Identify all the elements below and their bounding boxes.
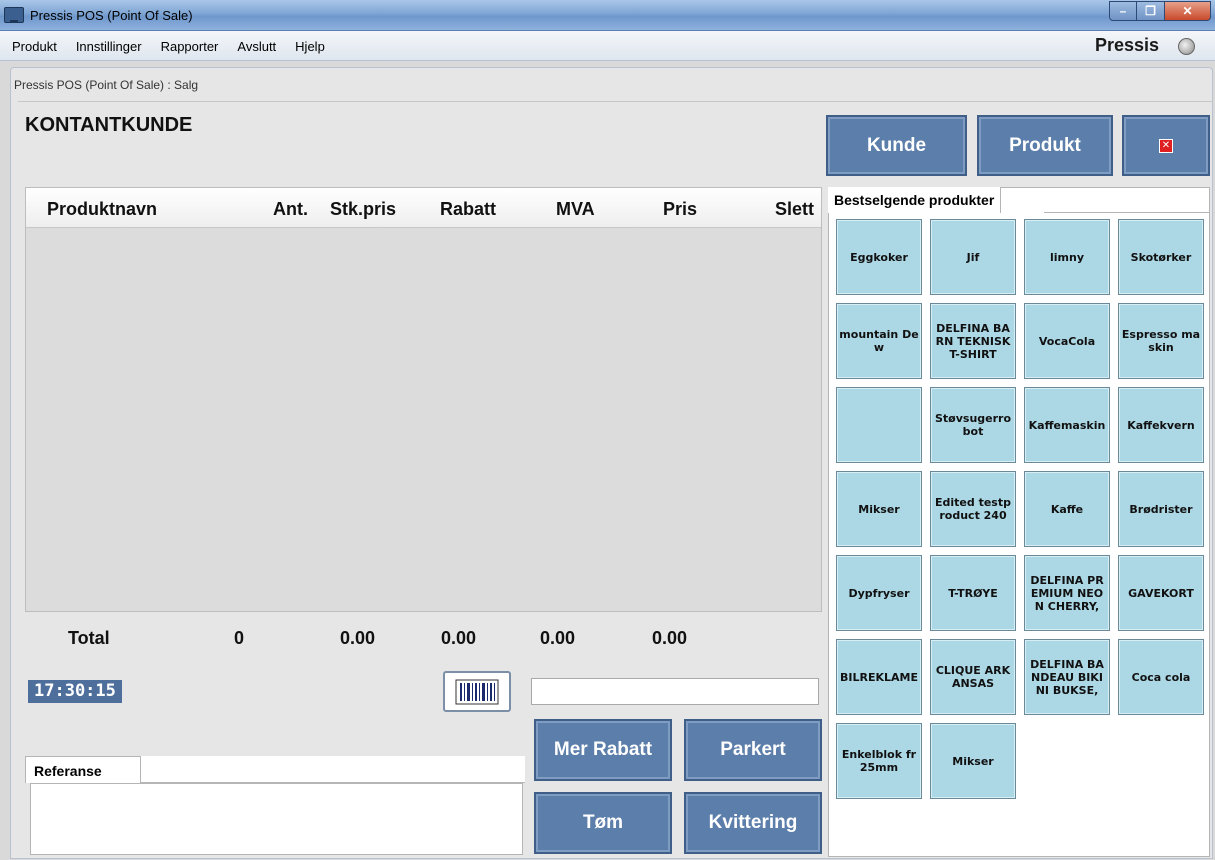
product-tile[interactable]: mountain Dew bbox=[836, 303, 922, 379]
product-tile[interactable]: Mikser bbox=[930, 723, 1016, 799]
mer-rabatt-button[interactable]: Mer Rabatt bbox=[534, 719, 672, 781]
product-tile[interactable] bbox=[836, 387, 922, 463]
monitor-icon bbox=[4, 7, 24, 23]
parkert-button[interactable]: Parkert bbox=[684, 719, 822, 781]
column-mva[interactable]: MVA bbox=[556, 199, 595, 220]
tab-referanse[interactable]: Referanse bbox=[25, 756, 141, 783]
product-tile[interactable]: Brødrister bbox=[1118, 471, 1204, 547]
product-tile[interactable]: Kaffemaskin bbox=[1024, 387, 1110, 463]
sale-lines-grid[interactable]: Produktnavn Ant. Stk.pris Rabatt MVA Pri… bbox=[25, 187, 822, 612]
close-window-button[interactable]: ✕ bbox=[1165, 1, 1211, 21]
total-ant: 0 bbox=[234, 628, 245, 648]
menu-produkt[interactable]: Produkt bbox=[12, 39, 57, 54]
tab-strip bbox=[140, 756, 525, 783]
divider bbox=[18, 101, 1213, 102]
grid-header: Produktnavn Ant. Stk.pris Rabatt MVA Pri… bbox=[26, 188, 821, 228]
title-bar: Pressis POS (Point Of Sale) – ❐ ✕ bbox=[0, 0, 1215, 31]
product-tile[interactable]: Edited testproduct 240 bbox=[930, 471, 1016, 547]
total-rabatt: 0.00 bbox=[441, 628, 477, 648]
product-tile[interactable]: Kaffekvern bbox=[1118, 387, 1204, 463]
product-tile[interactable]: DELFINA BANDEAU BIKINI BUKSE, bbox=[1024, 639, 1110, 715]
total-label: Total bbox=[68, 628, 110, 648]
close-icon: ✕ bbox=[1159, 138, 1173, 153]
kvittering-button[interactable]: Kvittering bbox=[684, 792, 822, 854]
customer-name: KONTANTKUNDE bbox=[25, 114, 193, 136]
column-pris[interactable]: Pris bbox=[663, 199, 697, 220]
menu-innstillinger[interactable]: Innstillinger bbox=[76, 39, 142, 54]
column-produktnavn[interactable]: Produktnavn bbox=[47, 199, 157, 220]
barcode-icon bbox=[455, 679, 499, 704]
menu-bar: Produkt Innstillinger Rapporter Avslutt … bbox=[0, 31, 1215, 61]
product-tile[interactable]: DELFINA BARN TEKNISK T-SHIRT bbox=[930, 303, 1016, 379]
column-ant[interactable]: Ant. bbox=[273, 199, 308, 220]
product-tile[interactable]: BILREKLAME bbox=[836, 639, 922, 715]
restore-button[interactable]: ❐ bbox=[1137, 1, 1165, 21]
product-tile[interactable]: Enkelblok fr 25mm bbox=[836, 723, 922, 799]
column-stkpris[interactable]: Stk.pris bbox=[330, 199, 396, 220]
barcode-button[interactable] bbox=[443, 671, 511, 712]
tom-button[interactable]: Tøm bbox=[534, 792, 672, 854]
menu-avslutt[interactable]: Avslutt bbox=[237, 39, 276, 54]
column-rabatt[interactable]: Rabatt bbox=[440, 199, 496, 220]
product-tile[interactable]: Dypfryser bbox=[836, 555, 922, 631]
product-tile[interactable]: CLIQUE ARKANSAS bbox=[930, 639, 1016, 715]
total-stkpris: 0.00 bbox=[340, 628, 376, 648]
product-tile[interactable]: Espresso maskin bbox=[1118, 303, 1204, 379]
product-tile[interactable]: Mikser bbox=[836, 471, 922, 547]
product-tile[interactable]: Skotørker bbox=[1118, 219, 1204, 295]
window-controls: – ❐ ✕ bbox=[1109, 1, 1211, 23]
product-tile[interactable]: GAVEKORT bbox=[1118, 555, 1204, 631]
product-tile[interactable]: Støvsugerrobot bbox=[930, 387, 1016, 463]
product-tile[interactable]: DELFINA PREMIUM NEON CHERRY, bbox=[1024, 555, 1110, 631]
breadcrumb: Pressis POS (Point Of Sale) : Salg bbox=[14, 78, 199, 92]
tab-bestselgende[interactable]: Bestselgende produkter bbox=[828, 187, 1002, 213]
column-slett[interactable]: Slett bbox=[775, 199, 814, 220]
kunde-button[interactable]: Kunde bbox=[826, 115, 967, 176]
reference-input[interactable] bbox=[30, 783, 523, 855]
barcode-input[interactable] bbox=[531, 678, 819, 705]
menu-hjelp[interactable]: Hjelp bbox=[295, 39, 325, 54]
minimize-button[interactable]: – bbox=[1109, 1, 1137, 21]
menu-rapporter[interactable]: Rapporter bbox=[161, 39, 219, 54]
clock: 17:30:15 bbox=[28, 680, 122, 703]
produkt-button[interactable]: Produkt bbox=[977, 115, 1113, 176]
total-pris: 0.00 bbox=[652, 628, 688, 648]
product-tile[interactable]: T-TRØYE bbox=[930, 555, 1016, 631]
window-title: Pressis POS (Point Of Sale) bbox=[30, 8, 193, 23]
product-tile[interactable]: Jif bbox=[930, 219, 1016, 295]
totals-row: Total 0 0.00 0.00 0.00 0.00 bbox=[25, 612, 822, 666]
tab-underline bbox=[1044, 212, 1210, 213]
close-sale-button[interactable]: ✕ bbox=[1122, 115, 1210, 176]
product-tile[interactable]: Coca cola bbox=[1118, 639, 1204, 715]
total-mva: 0.00 bbox=[540, 628, 576, 648]
product-tile[interactable]: limny bbox=[1024, 219, 1110, 295]
disc-icon bbox=[1178, 38, 1195, 55]
product-tile[interactable]: Kaffe bbox=[1024, 471, 1110, 547]
brand-label: Pressis bbox=[1094, 35, 1159, 55]
product-tile[interactable]: VocaCola bbox=[1024, 303, 1110, 379]
product-tile[interactable]: Eggkoker bbox=[836, 219, 922, 295]
